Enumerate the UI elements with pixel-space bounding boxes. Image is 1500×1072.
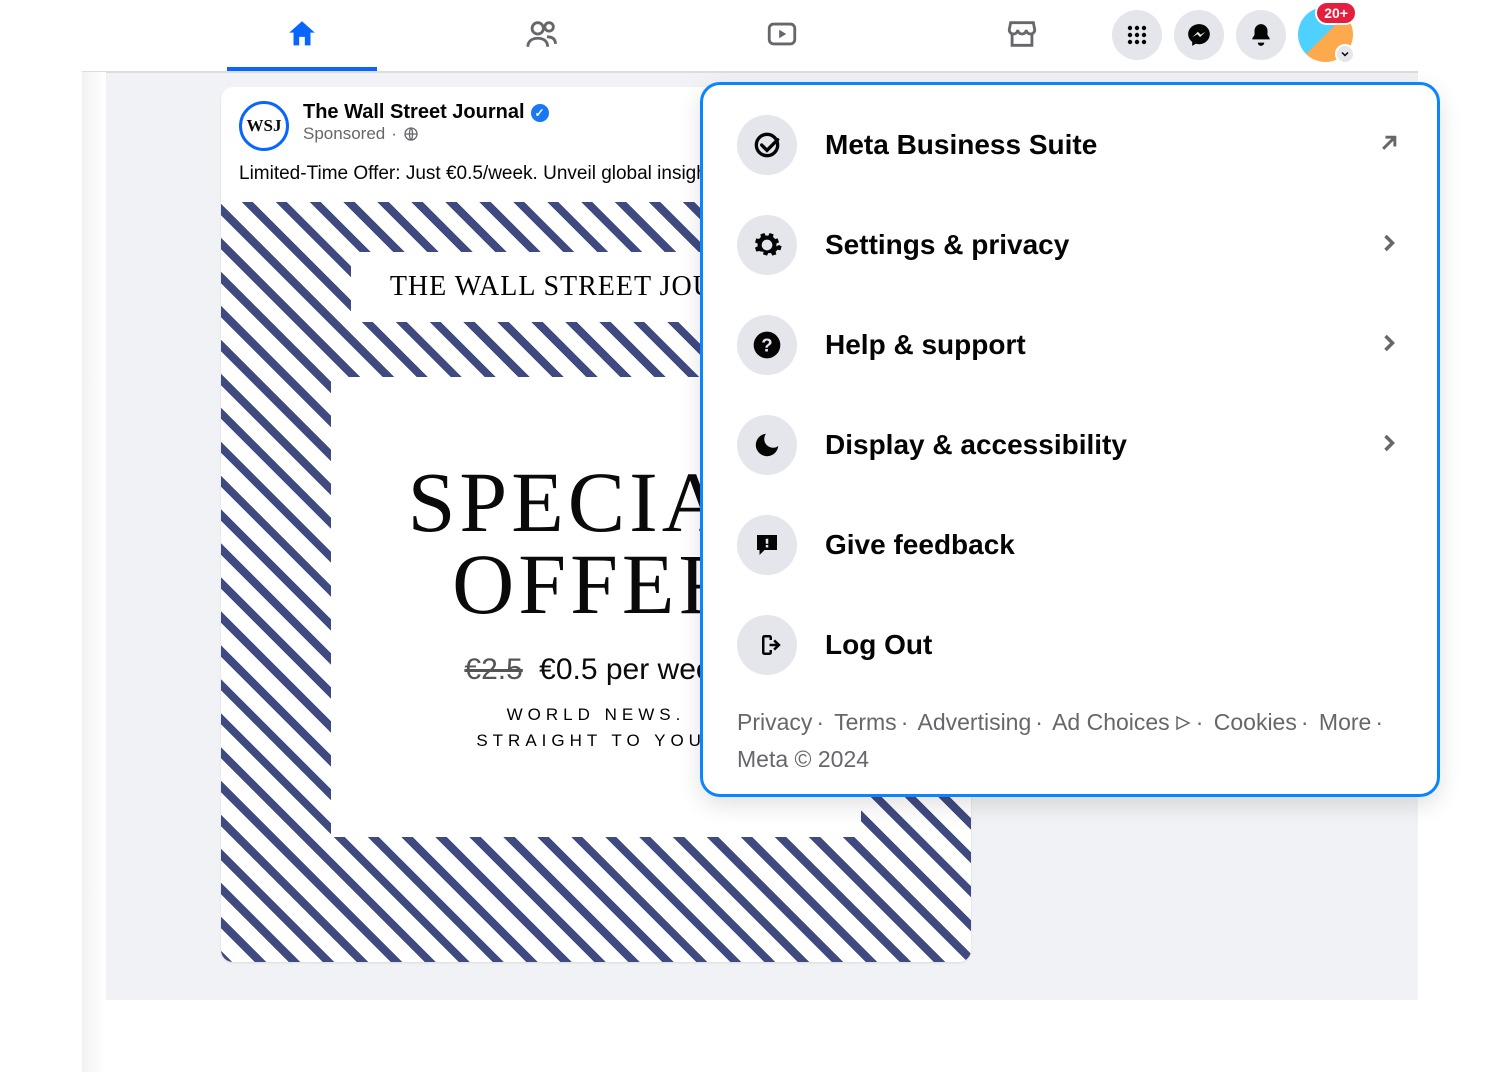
- footer-copyright: Meta © 2024: [737, 746, 869, 772]
- menu-label: Display & accessibility: [825, 429, 1347, 461]
- watch-icon: [765, 17, 799, 51]
- menu-grid-button[interactable]: [1112, 10, 1162, 60]
- footer-link-cookies[interactable]: Cookies: [1214, 709, 1297, 735]
- logout-icon: [737, 615, 797, 675]
- ad-tagline-1: WORLD NEWS.: [507, 705, 686, 725]
- marketplace-icon: [1005, 17, 1039, 51]
- menu-item-meta-business-suite[interactable]: Meta Business Suite: [713, 95, 1427, 195]
- ad-tagline-2: STRAIGHT TO YOU.: [476, 731, 715, 751]
- menu-label: Give feedback: [825, 529, 1403, 561]
- globe-icon: [403, 126, 419, 142]
- menu-item-give-feedback[interactable]: Give feedback: [713, 495, 1427, 595]
- top-nav-bar: 20+: [82, 0, 1418, 72]
- sponsored-label[interactable]: Sponsored: [303, 124, 385, 144]
- menu-item-help-support[interactable]: ? Help & support: [713, 295, 1427, 395]
- chevron-right-icon: [1375, 329, 1403, 362]
- menu-label: Log Out: [825, 629, 1403, 661]
- avatar-chevron: [1335, 44, 1355, 64]
- footer-link-advertising[interactable]: Advertising: [917, 709, 1031, 735]
- footer-link-privacy[interactable]: Privacy: [737, 709, 812, 735]
- footer-link-more[interactable]: More: [1319, 709, 1371, 735]
- home-icon: [285, 17, 319, 51]
- messenger-icon: [1186, 22, 1212, 48]
- nav-marketplace[interactable]: [947, 0, 1097, 71]
- moon-icon: [737, 415, 797, 475]
- menu-label: Help & support: [825, 329, 1347, 361]
- menu-item-settings-privacy[interactable]: Settings & privacy: [713, 195, 1427, 295]
- verified-badge-icon: ✓: [531, 104, 549, 122]
- footer-link-ad-choices[interactable]: Ad Choices: [1052, 709, 1192, 735]
- post-author-avatar[interactable]: WSJ: [239, 101, 289, 151]
- bell-icon: [1248, 22, 1274, 48]
- chevron-down-icon: [1339, 48, 1351, 60]
- post-author-name[interactable]: The Wall Street Journal ✓: [303, 101, 549, 124]
- menu-label: Settings & privacy: [825, 229, 1347, 261]
- chevron-right-icon: [1375, 229, 1403, 262]
- external-link-icon: [1375, 129, 1403, 162]
- menu-footer-links: Privacy· Terms· Advertising· Ad Choices·…: [713, 695, 1427, 776]
- top-right-controls: 20+: [1112, 7, 1353, 62]
- column-shadow: [82, 72, 106, 1072]
- menu-item-log-out[interactable]: Log Out: [713, 595, 1427, 695]
- nav-friends[interactable]: [467, 0, 617, 71]
- adchoices-icon: [1174, 707, 1192, 742]
- nav-watch[interactable]: [707, 0, 857, 71]
- grid-icon: [1125, 23, 1149, 47]
- friends-icon: [525, 17, 559, 51]
- profile-avatar-button[interactable]: 20+: [1298, 7, 1353, 62]
- messenger-button[interactable]: [1174, 10, 1224, 60]
- menu-label: Meta Business Suite: [825, 129, 1347, 161]
- gear-icon: [737, 215, 797, 275]
- notifications-badge: 20+: [1315, 1, 1357, 25]
- account-dropdown-menu: Meta Business Suite Settings & privacy ?…: [700, 82, 1440, 797]
- meta-business-suite-icon: [737, 115, 797, 175]
- svg-text:?: ?: [761, 335, 772, 356]
- nav-home[interactable]: [227, 0, 377, 71]
- chevron-right-icon: [1375, 429, 1403, 462]
- post-meta: Sponsored ·: [303, 124, 549, 144]
- menu-item-display-accessibility[interactable]: Display & accessibility: [713, 395, 1427, 495]
- ad-old-price: €2.5: [464, 653, 522, 686]
- footer-link-terms[interactable]: Terms: [834, 709, 897, 735]
- notifications-button[interactable]: [1236, 10, 1286, 60]
- help-icon: ?: [737, 315, 797, 375]
- feedback-icon: [737, 515, 797, 575]
